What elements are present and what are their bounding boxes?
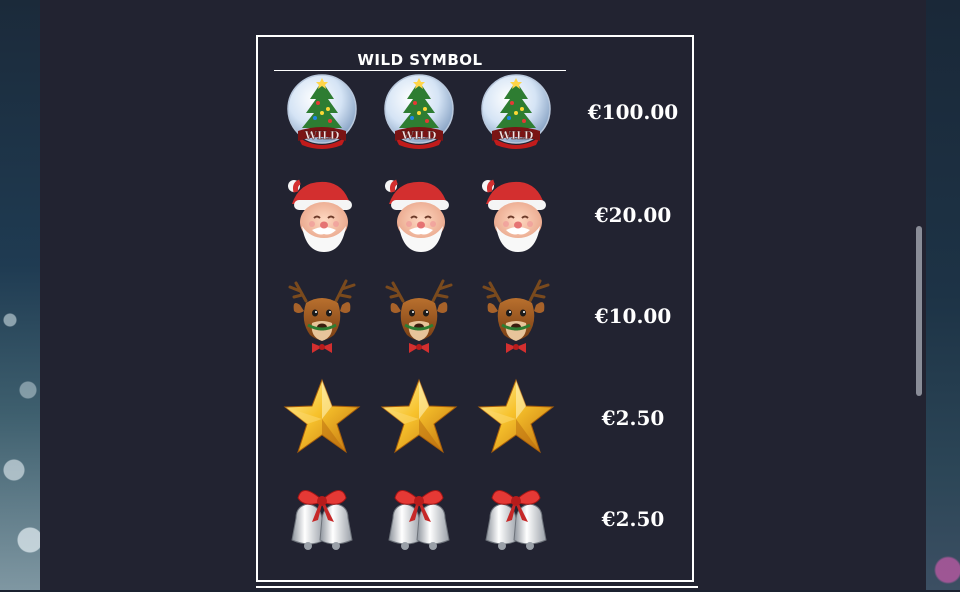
payout-value: €2.50 [601,406,665,430]
paytable: WILD SYMBOL €100.00 €20.00 €10.00 €2.50 … [256,35,694,582]
scrollbar[interactable] [916,226,922,396]
gold-star-icon [476,377,556,457]
payout-value: €100.00 [587,100,679,124]
santa-icon [379,174,459,254]
snow-globe-wild-icon [379,71,459,151]
payout-value: €20.00 [594,203,672,227]
silver-bells-icon [379,478,459,558]
background-left [0,0,40,590]
wild-symbol-header: WILD SYMBOL [274,50,566,71]
silver-bells-icon [282,478,362,558]
snow-globe-wild-icon [282,71,362,151]
gold-star-icon [379,377,459,457]
paytable-row-reindeer: €10.00 [258,275,692,365]
silver-bells-icon [476,478,556,558]
paytable-row-star: €2.50 [258,377,692,467]
paytable-row-santa: €20.00 [258,174,692,264]
paytable-row-wild: €100.00 [258,71,692,161]
payout-value: €2.50 [601,507,665,531]
background-right [926,0,960,590]
next-section-border [256,586,698,592]
payout-value: €10.00 [594,304,672,328]
reindeer-icon [379,275,459,355]
gold-star-icon [282,377,362,457]
snow-globe-wild-icon [476,71,556,151]
paytable-row-bells: €2.50 [258,478,692,568]
reindeer-icon [282,275,362,355]
santa-icon [282,174,362,254]
reindeer-icon [476,275,556,355]
santa-icon [476,174,556,254]
